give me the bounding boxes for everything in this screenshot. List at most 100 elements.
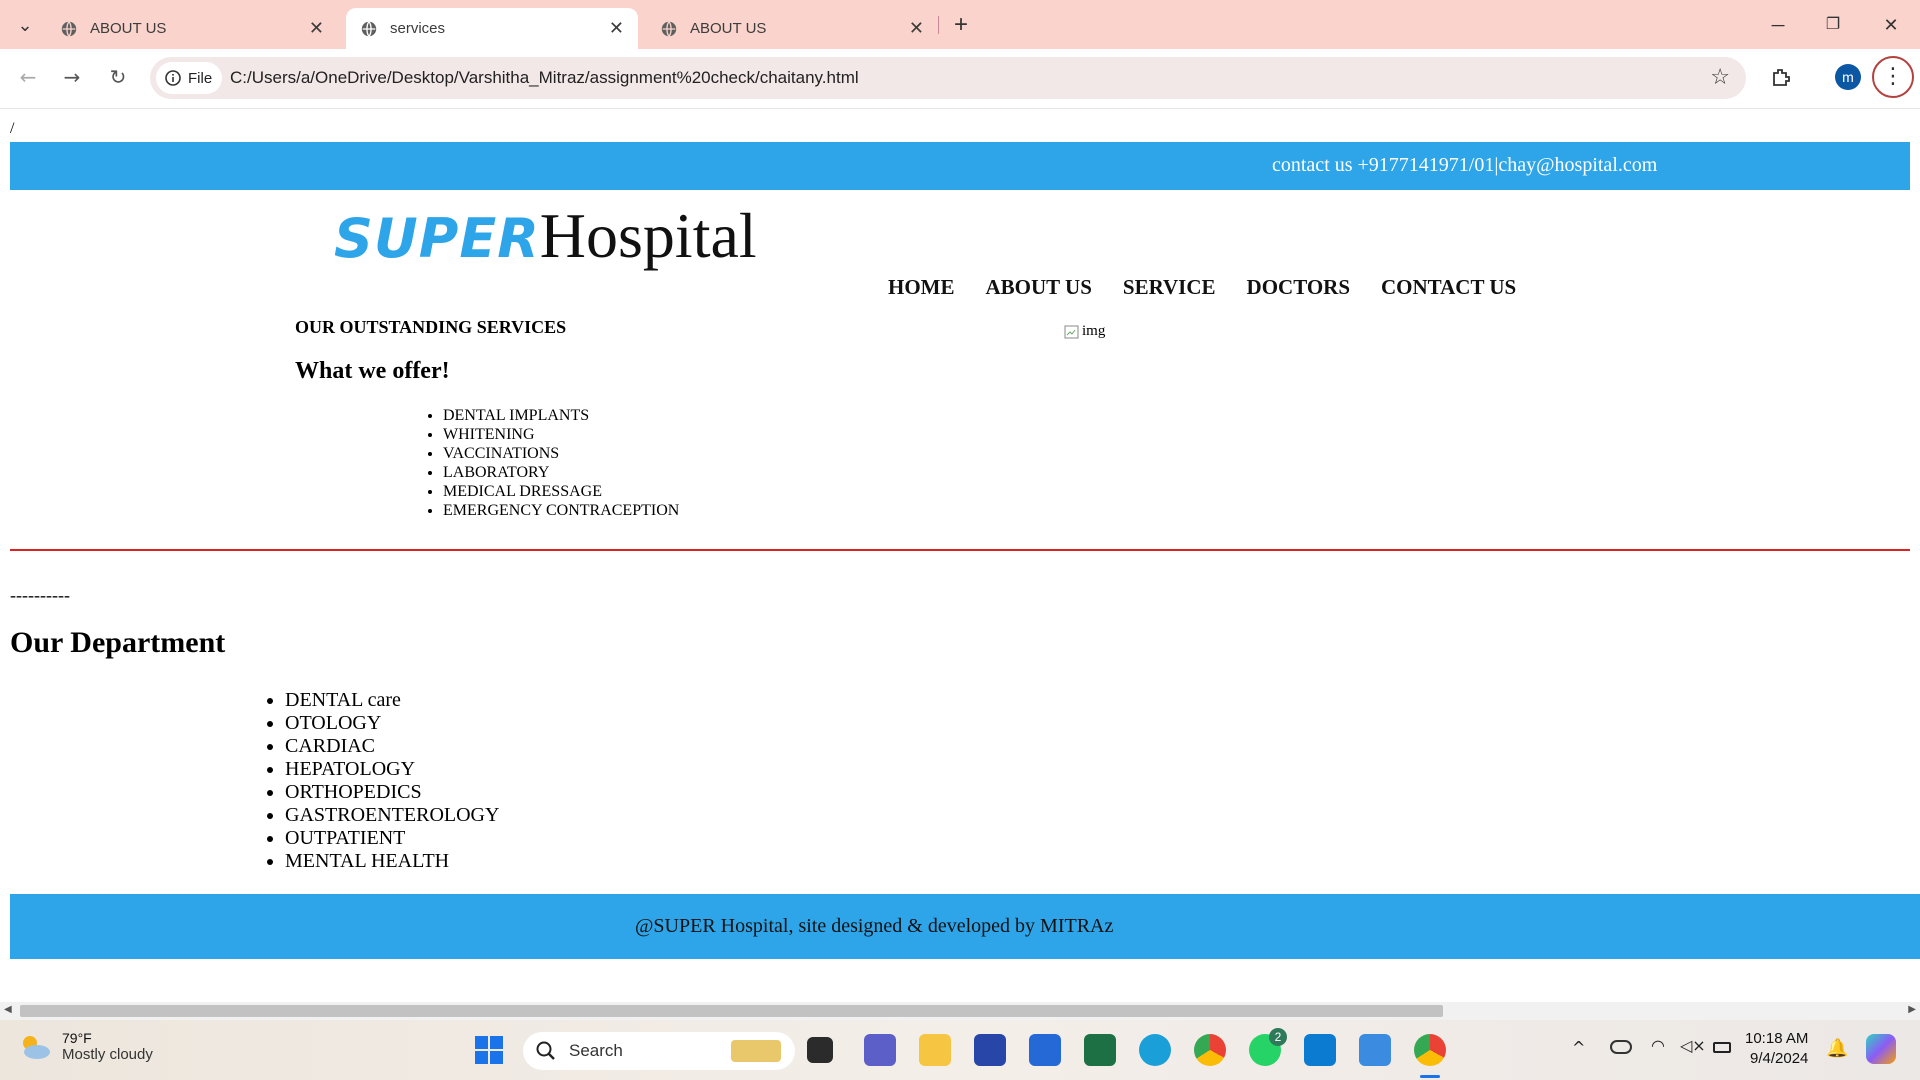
weather-condition: Mostly cloudy bbox=[62, 1046, 153, 1063]
info-icon bbox=[165, 70, 181, 86]
paint-icon[interactable] bbox=[1359, 1034, 1391, 1066]
tab-label: services bbox=[390, 20, 446, 37]
active-app-indicator bbox=[1420, 1075, 1440, 1078]
site-info-chip[interactable]: File bbox=[156, 62, 223, 94]
list-item: MEDICAL DRESSAGE bbox=[443, 482, 679, 501]
url-text[interactable]: C:/Users/a/OneDrive/Desktop/Varshitha_Mi… bbox=[230, 68, 859, 88]
list-item: DENTAL IMPLANTS bbox=[443, 406, 679, 425]
reload-button[interactable]: ↻ bbox=[104, 63, 132, 91]
list-item: ORTHOPEDICS bbox=[285, 781, 499, 804]
scroll-right-arrow-icon[interactable]: ▶ bbox=[1908, 1004, 1916, 1015]
list-item: EMERGENCY CONTRACEPTION bbox=[443, 501, 679, 520]
battery-icon[interactable] bbox=[1713, 1042, 1731, 1053]
extensions-icon[interactable] bbox=[1770, 66, 1792, 88]
clock-time: 10:18 AM bbox=[1745, 1030, 1809, 1047]
windows-taskbar: 79°F Mostly cloudy Search 2 ^ ◠ ◁× 10:18… bbox=[0, 1020, 1920, 1080]
list-item: VACCINATIONS bbox=[443, 444, 679, 463]
taskbar-search[interactable]: Search bbox=[523, 1032, 795, 1070]
wifi-icon[interactable]: ◠ bbox=[1651, 1036, 1665, 1055]
tab-about-us-1[interactable]: ABOUT US ✕ bbox=[46, 8, 338, 49]
contact-info: contact us +9177141971/01|chay@hospital.… bbox=[1272, 154, 1658, 176]
site-logo: SUPERHospital bbox=[334, 199, 757, 273]
tab-strip: ⌄ ABOUT US ✕ services ✕ ABOUT US ✕ + ─ ❐… bbox=[0, 0, 1920, 49]
weather-widget[interactable]: 79°F Mostly cloudy bbox=[18, 1030, 153, 1063]
vscode-icon[interactable] bbox=[1304, 1034, 1336, 1066]
whatsapp-badge: 2 bbox=[1269, 1028, 1287, 1046]
nav-contact-us[interactable]: CONTACT US bbox=[1381, 275, 1516, 300]
system-clock[interactable]: 10:18 AM 9/4/2024 bbox=[1745, 1029, 1808, 1069]
department-list: DENTAL care OTOLOGY CARDIAC HEPATOLOGY O… bbox=[285, 689, 499, 873]
image-alt-text: img bbox=[1082, 323, 1106, 339]
tab-services[interactable]: services ✕ bbox=[346, 8, 638, 49]
department-heading: Our Department bbox=[10, 626, 226, 659]
list-item: OTOLOGY bbox=[285, 712, 499, 735]
close-tab-icon[interactable]: ✕ bbox=[909, 18, 924, 38]
close-tab-icon[interactable]: ✕ bbox=[309, 18, 324, 38]
edge-icon[interactable] bbox=[1139, 1034, 1171, 1066]
footer-text: @SUPER Hospital, site designed & develop… bbox=[635, 915, 1114, 937]
task-view-icon[interactable] bbox=[807, 1037, 833, 1063]
nav-doctors[interactable]: DOCTORS bbox=[1247, 275, 1350, 300]
chrome-profile-icon[interactable] bbox=[1414, 1034, 1446, 1066]
search-placeholder: Search bbox=[569, 1041, 623, 1060]
microsoft-store-icon[interactable] bbox=[1029, 1034, 1061, 1066]
temperature: 79°F bbox=[62, 1030, 92, 1046]
logo-hospital-text: Hospital bbox=[539, 200, 757, 271]
globe-icon bbox=[661, 20, 677, 37]
scrollbar-thumb[interactable] bbox=[20, 1005, 1443, 1017]
forward-button[interactable]: → bbox=[58, 63, 86, 91]
tab-search-icon[interactable]: ⌄ bbox=[10, 10, 40, 40]
new-tab-button[interactable]: + bbox=[946, 10, 976, 40]
app-icon[interactable] bbox=[974, 1034, 1006, 1066]
main-nav: HOME ABOUT US SERVICE DOCTORS CONTACT US bbox=[888, 275, 1516, 300]
profile-avatar[interactable]: m bbox=[1835, 64, 1861, 90]
dash-text: ---------- bbox=[10, 585, 70, 605]
tab-separator bbox=[938, 16, 939, 34]
horizontal-scrollbar[interactable]: ◀ ▶ bbox=[0, 1002, 1920, 1020]
search-icon bbox=[536, 1041, 555, 1060]
notifications-bell-icon[interactable]: 🔔 bbox=[1826, 1038, 1848, 1059]
webpage: / contact us +9177141971/01|chay@hospita… bbox=[0, 109, 1920, 1002]
excel-icon[interactable] bbox=[1084, 1034, 1116, 1066]
offer-heading: What we offer! bbox=[295, 358, 450, 384]
restore-button[interactable]: ❐ bbox=[1818, 10, 1848, 40]
section-divider bbox=[10, 549, 1910, 551]
services-heading: OUR OUTSTANDING SERVICES bbox=[295, 317, 567, 337]
offer-list: DENTAL IMPLANTS WHITENING VACCINATIONS L… bbox=[443, 406, 679, 520]
globe-icon bbox=[61, 20, 77, 37]
windows-start-icon[interactable] bbox=[474, 1035, 504, 1065]
list-item: WHITENING bbox=[443, 425, 679, 444]
list-item: OUTPATIENT bbox=[285, 827, 499, 850]
list-item: GASTROENTEROLOGY bbox=[285, 804, 499, 827]
cloud-sun-icon bbox=[23, 1035, 50, 1059]
back-button[interactable]: ← bbox=[14, 63, 42, 91]
nav-service[interactable]: SERVICE bbox=[1123, 275, 1216, 300]
close-tab-icon[interactable]: ✕ bbox=[609, 18, 624, 38]
site-footer: @SUPER Hospital, site designed & develop… bbox=[10, 894, 1920, 959]
nav-about-us[interactable]: ABOUT US bbox=[986, 275, 1092, 300]
list-item: MENTAL HEALTH bbox=[285, 850, 499, 873]
stray-slash-text: / bbox=[10, 120, 15, 137]
show-hidden-icons-icon[interactable]: ^ bbox=[1572, 1038, 1585, 1057]
list-item: LABORATORY bbox=[443, 463, 679, 482]
file-explorer-icon[interactable] bbox=[919, 1034, 951, 1066]
address-bar[interactable]: File C:/Users/a/OneDrive/Desktop/Varshit… bbox=[150, 57, 1746, 99]
broken-image-icon bbox=[1064, 325, 1079, 338]
tab-label: ABOUT US bbox=[90, 20, 167, 37]
nav-home[interactable]: HOME bbox=[888, 275, 955, 300]
volume-muted-icon[interactable]: ◁× bbox=[1680, 1036, 1706, 1055]
close-window-button[interactable]: ✕ bbox=[1876, 10, 1906, 40]
tab-label: ABOUT US bbox=[690, 20, 767, 37]
minimize-button[interactable]: ─ bbox=[1763, 10, 1793, 40]
clock-date: 9/4/2024 bbox=[1750, 1050, 1809, 1067]
scheme-label: File bbox=[188, 69, 213, 87]
copilot-icon[interactable] bbox=[1866, 1034, 1896, 1064]
chrome-icon[interactable] bbox=[1194, 1034, 1226, 1066]
search-highlight-icon bbox=[731, 1040, 781, 1062]
teams-icon[interactable] bbox=[864, 1034, 896, 1066]
tab-about-us-2[interactable]: ABOUT US ✕ bbox=[646, 8, 938, 49]
onedrive-icon[interactable] bbox=[1610, 1040, 1632, 1054]
menu-kebab-icon[interactable]: ⋮ bbox=[1872, 56, 1914, 98]
bookmark-star-icon[interactable]: ☆ bbox=[1710, 65, 1730, 90]
scroll-left-arrow-icon[interactable]: ◀ bbox=[4, 1004, 12, 1015]
